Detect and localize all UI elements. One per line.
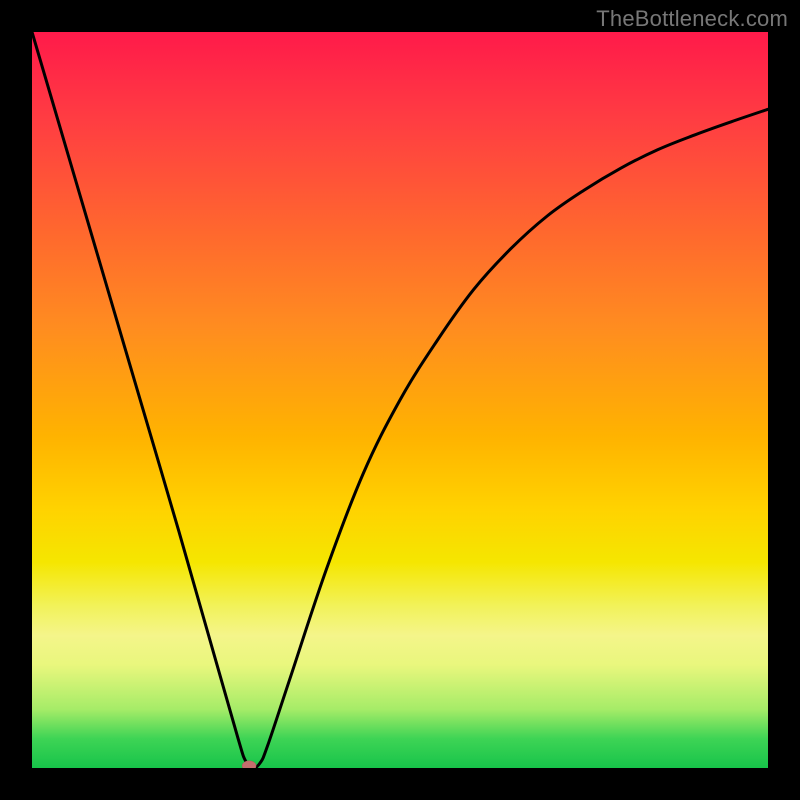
watermark-text: TheBottleneck.com [596,6,788,32]
bottleneck-curve [32,32,768,768]
plot-area [32,32,768,768]
minimum-marker [242,761,256,768]
curve-svg [32,32,768,768]
chart-frame: TheBottleneck.com [0,0,800,800]
